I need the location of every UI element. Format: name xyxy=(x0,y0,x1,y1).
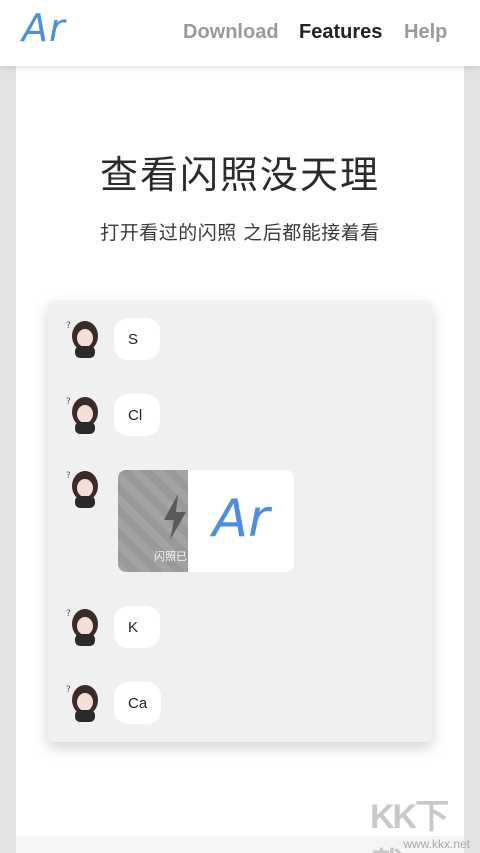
nav-download[interactable]: Download xyxy=(183,21,279,44)
svg-text:?: ? xyxy=(66,685,71,695)
app-logo[interactable]: Ar xyxy=(22,6,66,50)
chat-bubble: K xyxy=(114,606,160,648)
svg-text:?: ? xyxy=(66,397,71,407)
avatar: ? xyxy=(66,609,98,646)
chat-demo-panel: ? S ? Cl ? 闪照已 Ar ? K ? Ca xyxy=(48,300,432,742)
site-watermark: KK下载 www.kkx.net xyxy=(352,789,474,853)
chat-bubble: Ca xyxy=(114,682,162,724)
hero-title: 查看闪照没天理 xyxy=(99,153,380,197)
avatar: ? xyxy=(66,397,98,434)
overlay-logo: Ar xyxy=(212,489,270,549)
flash-photo-message[interactable]: 闪照已 Ar xyxy=(118,470,294,572)
svg-text:?: ? xyxy=(66,609,71,619)
svg-text:?: ? xyxy=(66,471,71,481)
chat-bubble: Cl xyxy=(114,394,160,436)
avatar: ? xyxy=(66,321,98,358)
chat-bubble: S xyxy=(114,318,160,360)
nav-help[interactable]: Help xyxy=(404,21,447,44)
lightning-icon xyxy=(164,494,186,540)
svg-text:?: ? xyxy=(66,321,71,331)
watermark-url: www.kkx.net xyxy=(403,837,470,851)
flash-photo-overlay: Ar xyxy=(188,470,294,572)
flash-photo-caption: 闪照已 xyxy=(154,550,187,563)
hero-subtitle: 打开看过的闪照 之后都能接着看 xyxy=(100,222,380,244)
top-navbar: Ar Download Features Help xyxy=(0,0,480,66)
avatar: ? xyxy=(66,685,98,722)
nav-features[interactable]: Features xyxy=(299,21,382,44)
avatar: ? xyxy=(66,471,98,508)
